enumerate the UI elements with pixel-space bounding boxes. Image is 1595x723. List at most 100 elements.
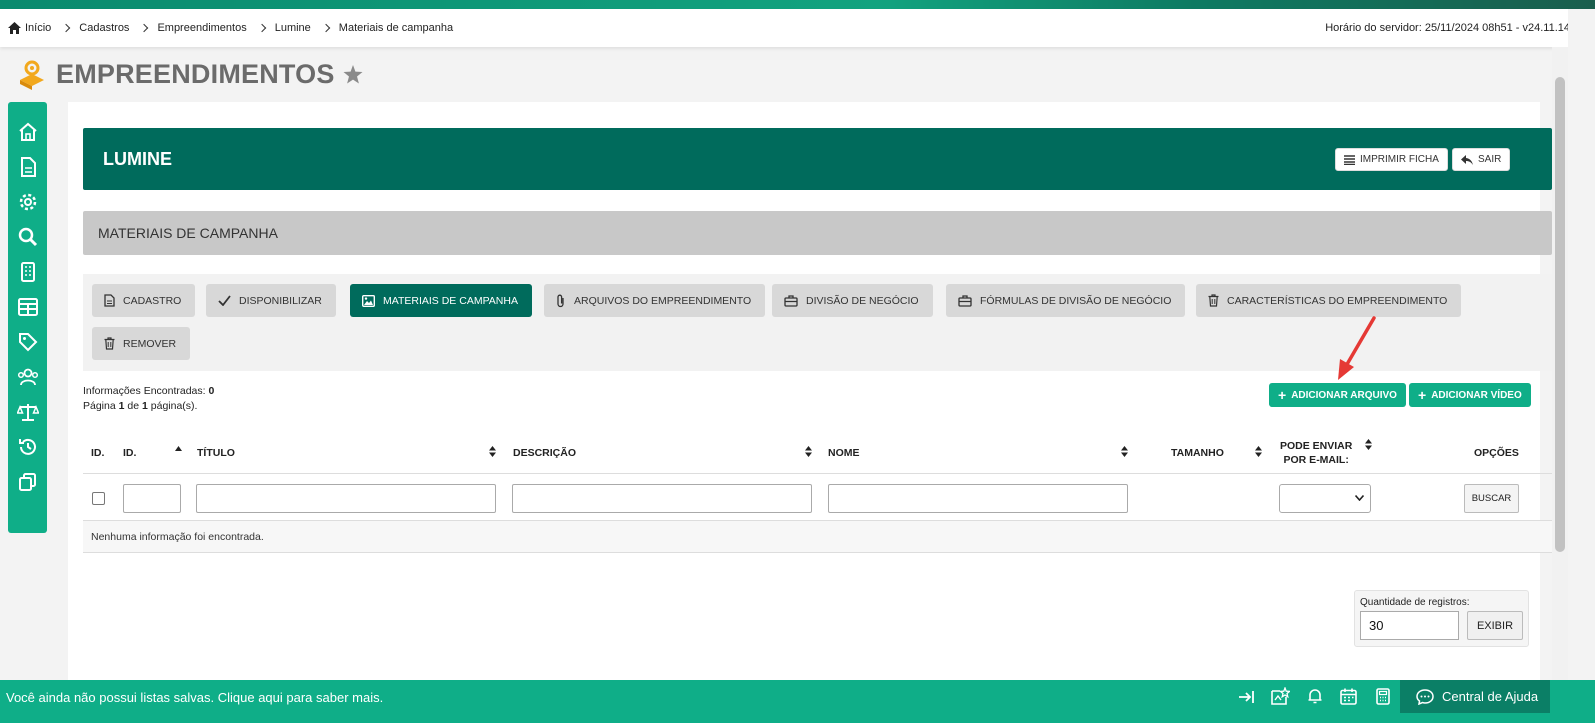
breadcrumb-home[interactable]: Início [8,22,51,34]
exit-button[interactable]: SAIR [1452,148,1511,171]
tag-icon [18,332,37,351]
search-button[interactable]: BUSCAR [1464,484,1519,513]
image-icon [362,294,375,307]
add-file-button[interactable]: + ADICIONAR ARQUIVO [1269,383,1406,407]
print-record-button[interactable]: IMPRIMIR FICHA [1335,148,1448,171]
reply-icon [1461,154,1473,165]
tab-remover[interactable]: REMOVER [92,327,191,360]
table-icon [17,297,38,316]
sidebar-item-copy[interactable] [8,464,47,499]
column-header-size[interactable]: TAMANHO [1171,447,1224,459]
sort-icon[interactable] [1255,446,1262,457]
section-title: MATERIAIS DE CAMPANHA [98,225,278,241]
sidebar [8,102,47,533]
tab-formulas-de-divisao[interactable]: FÓRMULAS DE DIVISÃO DE NEGÓCIO [946,284,1186,317]
records-quantity-input[interactable]: 30 [1360,611,1459,640]
breadcrumb-lumine[interactable]: Lumine [275,22,311,34]
check-icon [218,295,231,306]
breadcrumb-cadastros[interactable]: Cadastros [79,22,129,34]
id-filter-input[interactable] [123,484,181,513]
column-header-id[interactable]: ID. [123,447,136,459]
arrow-to-right-icon[interactable] [1238,690,1254,704]
sort-icon[interactable] [1365,439,1372,450]
record-header: LUMINE IMPRIMIR FICHA SAIR [83,128,1552,190]
select-all-checkbox[interactable] [92,492,105,505]
page-margin [1568,9,1595,680]
chevron-right-icon [257,23,266,33]
top-stripe [0,0,1595,9]
column-header-description[interactable]: DESCRIÇÃO [513,447,576,459]
sort-up-icon[interactable] [175,446,182,451]
name-filter-input[interactable] [828,484,1128,513]
calculator-icon[interactable] [1376,688,1390,705]
sort-icon[interactable] [1121,446,1128,457]
chevron-right-icon [321,23,331,33]
sidebar-item-tags[interactable] [8,324,47,359]
saved-lists-message[interactable]: Você ainda não possui listas salvas. Cli… [6,690,383,705]
show-records-button[interactable]: EXIBIR [1467,611,1523,640]
users-icon [17,368,38,385]
email-filter-select[interactable] [1279,484,1371,513]
footer-bar: Você ainda não possui listas salvas. Cli… [0,680,1595,723]
chevron-down-icon [1355,495,1364,501]
record-title: LUMINE [103,149,172,169]
sidebar-item-buildings[interactable] [8,254,47,289]
trash-icon [1208,294,1219,307]
tab-disponibilizar[interactable]: DISPONIBILIZAR [206,284,336,317]
building-crane-icon [20,60,44,90]
copy-icon [18,472,36,491]
main-panel: LUMINE IMPRIMIR FICHA SAIR MATERIAIS DE … [68,102,1552,689]
section-bar: MATERIAIS DE CAMPANHA [83,211,1552,255]
search-icon [18,227,37,246]
help-center-button[interactable]: Central de Ajuda [1400,680,1550,713]
column-header-select-id: ID. [91,447,105,459]
column-header-title[interactable]: TÍTULO [197,447,235,459]
tab-materiais-de-campanha[interactable]: MATERIAIS DE CAMPANHA [350,284,532,317]
add-video-button[interactable]: + ADICIONAR VÍDEO [1409,383,1531,407]
server-time: Horário do servidor: 25/11/2024 08h51 - … [1325,22,1570,34]
home-icon [18,122,37,141]
sidebar-item-home[interactable] [8,114,47,149]
records-per-page: Quantidade de registros: 30 EXIBIR [1354,590,1529,647]
page-title-row: EMPREENDIMENTOS [16,58,363,90]
sidebar-item-documents[interactable] [8,149,47,184]
title-filter-input[interactable] [196,484,496,513]
filter-row: BUSCAR [83,474,1552,521]
sidebar-item-history[interactable] [8,429,47,464]
sidebar-item-tables[interactable] [8,289,47,324]
sort-icon[interactable] [805,446,812,457]
sidebar-item-legal[interactable] [8,394,47,429]
column-header-name[interactable]: NOME [828,447,860,459]
chevron-right-icon [62,23,71,33]
sort-icon[interactable] [489,446,496,457]
sidebar-item-users[interactable] [8,359,47,394]
found-count: 0 [208,385,215,397]
star-icon[interactable] [343,64,363,84]
sidebar-item-search[interactable] [8,219,47,254]
sidebar-item-settings[interactable] [8,184,47,219]
list-icon [1344,154,1355,165]
briefcase-icon [958,294,972,307]
column-header-options: OPÇÕES [1474,447,1519,459]
document-icon [104,294,115,307]
tab-divisao-de-negocio[interactable]: DIVISÃO DE NEGÓCIO [772,284,933,317]
bell-icon[interactable] [1308,688,1322,704]
chat-icon [1416,688,1434,705]
chevron-right-icon [140,23,149,33]
column-header-email[interactable]: PODE ENVIAR POR E-MAIL: [1280,439,1352,467]
building-icon [20,261,35,282]
breadcrumb: Início Cadastros Empreendimentos Lumine … [0,9,1580,47]
scrollbar-thumb[interactable] [1555,77,1565,552]
scrollbar[interactable] [1552,47,1568,680]
home-icon [8,22,21,34]
favorite-list-icon[interactable] [1270,687,1290,705]
tab-cadastro[interactable]: CADASTRO [92,284,196,317]
tab-caracteristicas[interactable]: CARACTERÍSTICAS DO EMPREENDIMENTO [1196,284,1462,317]
scale-icon [16,403,39,421]
description-filter-input[interactable] [512,484,812,513]
calendar-icon[interactable] [1340,688,1357,705]
arrow-annotation-icon [1338,316,1376,380]
breadcrumb-empreendimentos[interactable]: Empreendimentos [157,22,246,34]
results-info: Informações Encontradas: 0 Página 1 de 1… [83,385,215,412]
tab-arquivos-do-empreendimento[interactable]: ARQUIVOS DO EMPREENDIMENTO [544,284,766,317]
